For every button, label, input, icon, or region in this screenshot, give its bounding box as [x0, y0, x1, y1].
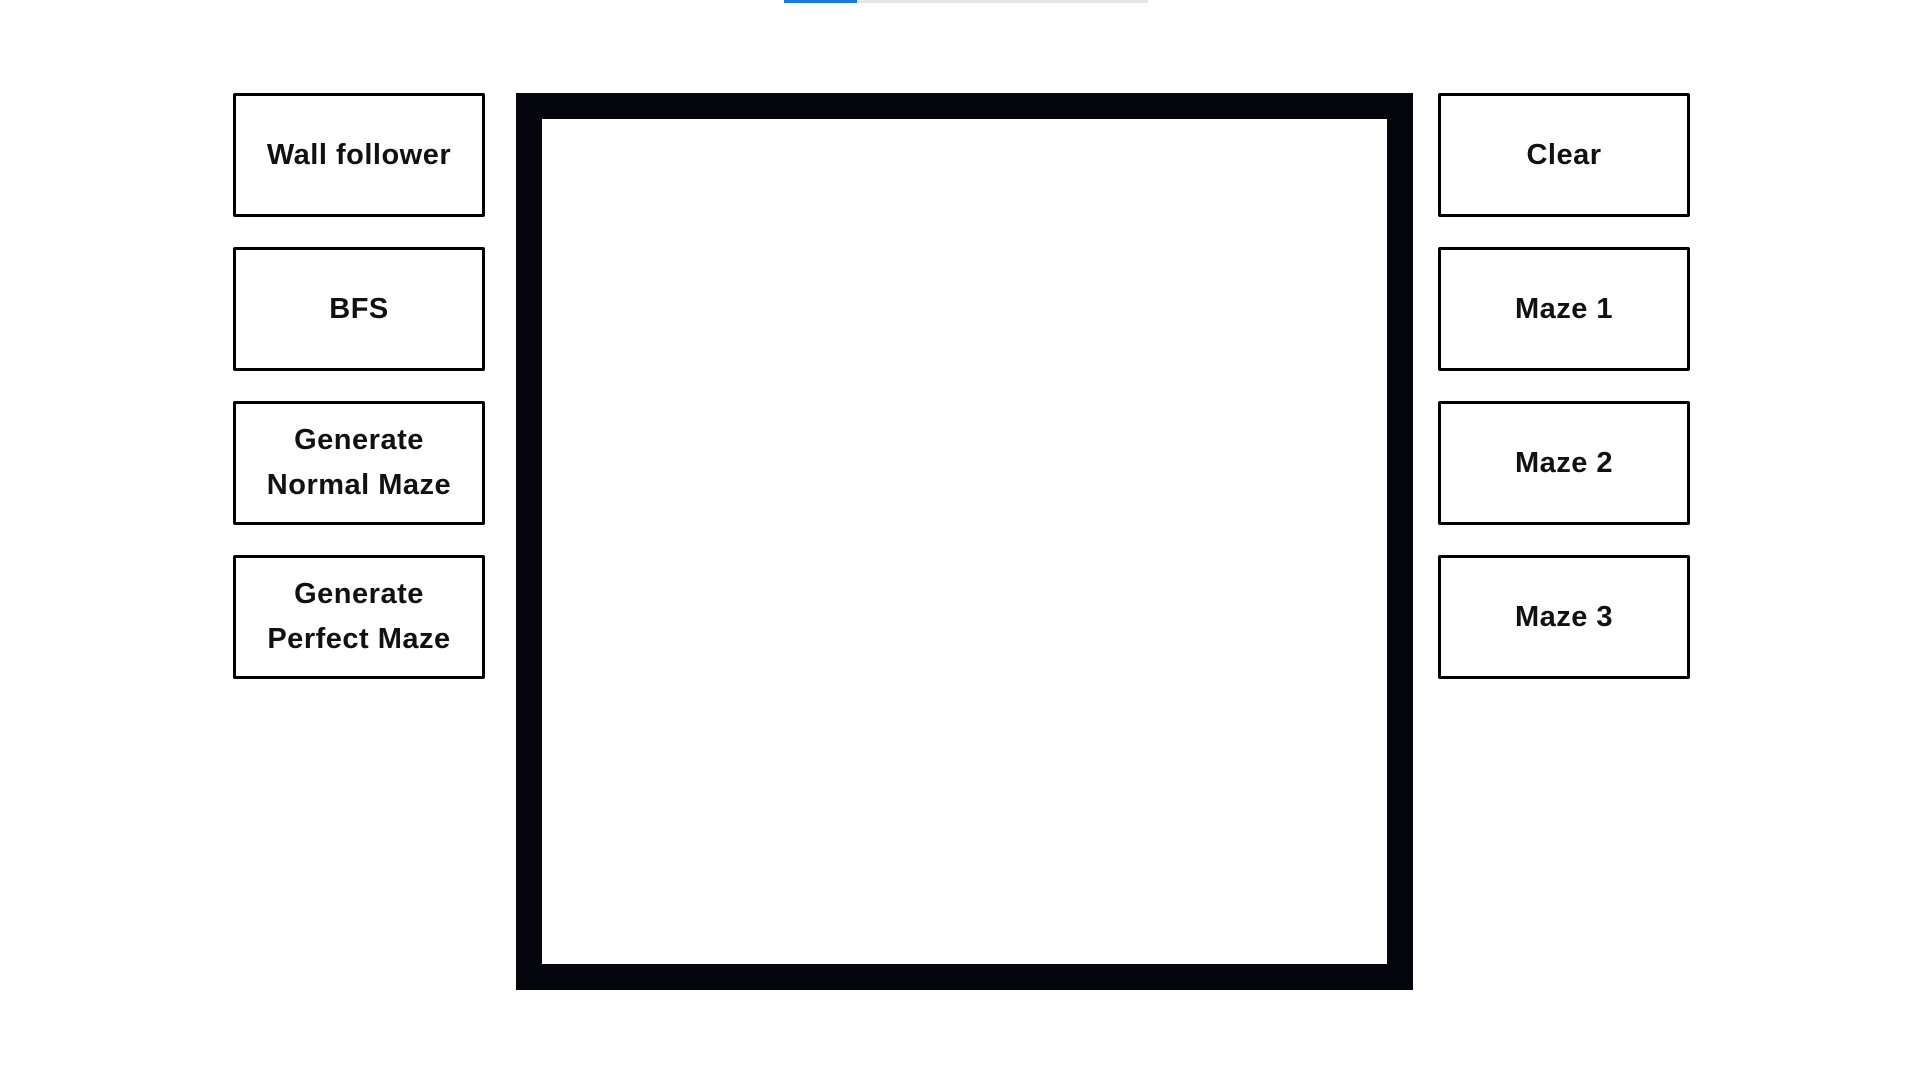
- loading-progress-fill: [784, 0, 857, 3]
- clear-button[interactable]: Clear: [1438, 93, 1690, 217]
- generate-perfect-maze-button[interactable]: Generate Perfect Maze: [233, 555, 485, 679]
- bfs-button[interactable]: BFS: [233, 247, 485, 371]
- maze-canvas[interactable]: [516, 93, 1413, 990]
- maze-1-button[interactable]: Maze 1: [1438, 247, 1690, 371]
- generate-normal-maze-button[interactable]: Generate Normal Maze: [233, 401, 485, 525]
- maze-3-button[interactable]: Maze 3: [1438, 555, 1690, 679]
- wall-follower-button[interactable]: Wall follower: [233, 93, 485, 217]
- maze-2-button[interactable]: Maze 2: [1438, 401, 1690, 525]
- loading-progress-bar: [784, 0, 1148, 3]
